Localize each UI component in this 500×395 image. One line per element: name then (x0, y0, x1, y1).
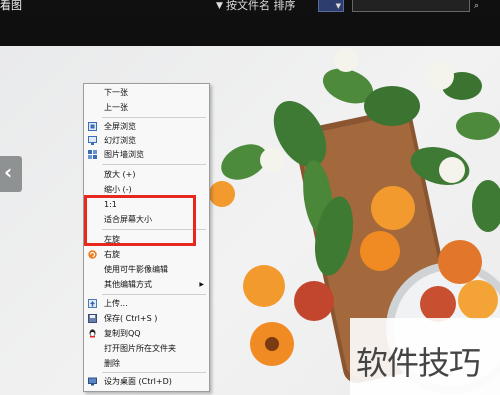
chevron-down-icon: ▼ (335, 2, 341, 10)
highlight-annotation (84, 195, 196, 246)
menu-item-save[interactable]: 保存( Ctrl+S ) (84, 312, 209, 325)
watermark-text: 软件技巧 (356, 344, 481, 382)
submenu-arrow-icon: ▶ (199, 281, 204, 288)
menu-item-open-folder[interactable]: 打开图片所在文件夹 (84, 342, 209, 355)
menu-item-other-editors[interactable]: 其他编辑方式 ▶ (84, 278, 209, 291)
save-icon (88, 314, 97, 323)
fullscreen-icon (88, 122, 97, 131)
menu-separator (102, 164, 206, 165)
menu-item-delete[interactable]: 删除 (84, 357, 209, 370)
menu-separator (102, 372, 206, 373)
watermark: 软件技巧 (350, 318, 500, 395)
rotate-right-icon (88, 250, 97, 259)
menu-item-upload[interactable]: 上传... (84, 297, 209, 310)
chevron-left-icon: ‹ (4, 160, 13, 184)
image-wall-icon (88, 150, 97, 159)
previous-image-button[interactable]: ‹ (0, 156, 22, 192)
upload-icon (88, 299, 97, 308)
menu-separator (102, 294, 206, 295)
menu-item-edit-keniu[interactable]: 使用可牛影像编辑 (84, 263, 209, 276)
sort-icon[interactable]: ▼ (216, 0, 223, 12)
toolbar-background (0, 14, 500, 46)
menu-item-previous[interactable]: 上一张 (84, 101, 209, 114)
qq-icon (89, 329, 96, 338)
app-title: 看图 (0, 0, 22, 12)
top-toolbar: 看图 ▼ 按文件名 排序 ▼ ⌕ (0, 0, 500, 14)
menu-item-slideshow[interactable]: 幻灯浏览 (84, 134, 209, 147)
menu-item-zoom-in[interactable]: 放大 (+) (84, 168, 209, 181)
menu-item-copy-to-qq[interactable]: 复制到QQ (84, 327, 209, 340)
desktop-icon (88, 377, 97, 386)
menu-item-image-wall[interactable]: 图片墙浏览 (84, 148, 209, 161)
view-mode-select[interactable]: ▼ (318, 0, 344, 12)
search-input[interactable] (352, 0, 470, 12)
sort-by-filename-button[interactable]: 按文件名 排序 (226, 0, 296, 12)
menu-item-fullscreen[interactable]: 全屏浏览 (84, 120, 209, 133)
menu-item-next[interactable]: 下一张 (84, 86, 209, 99)
menu-separator (102, 117, 206, 118)
menu-item-set-wallpaper[interactable]: 设为桌面 (Ctrl+D) (84, 375, 209, 388)
menu-item-rotate-right[interactable]: 右旋 (84, 248, 209, 261)
search-icon[interactable]: ⌕ (474, 0, 479, 12)
slideshow-icon (88, 136, 97, 145)
